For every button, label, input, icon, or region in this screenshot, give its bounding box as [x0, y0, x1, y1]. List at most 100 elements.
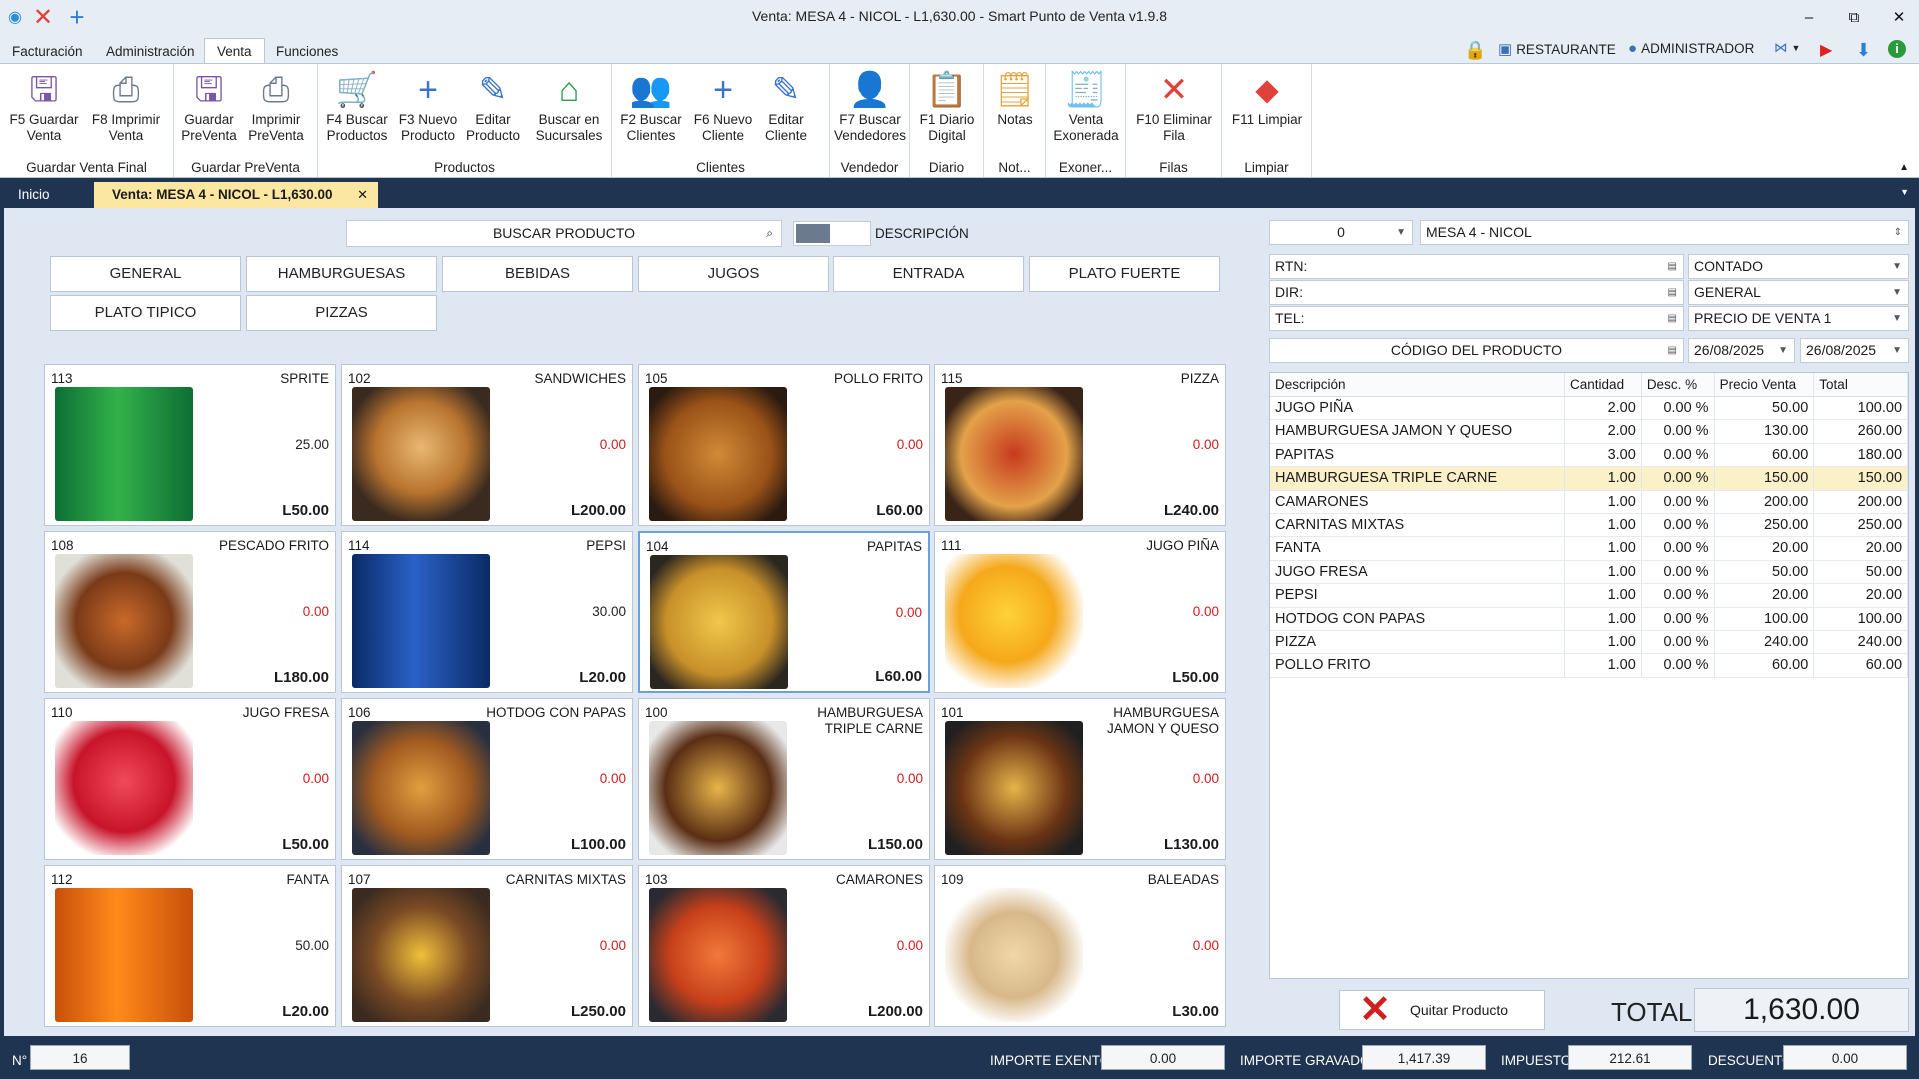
lock-area[interactable]: 🔒 [1464, 40, 1486, 61]
tab-facturacion[interactable]: Facturación [0, 40, 95, 64]
tab-venta[interactable]: Venta [204, 38, 265, 65]
ribbon-button-4[interactable]: 🛒 F4 Buscar Productos [322, 68, 392, 144]
date-to-select[interactable]: 26/08/2025 ▼ [1800, 338, 1909, 363]
ribbon-button-5[interactable]: + F3 Nuevo Producto [396, 68, 460, 144]
ribbon-button-11[interactable]: 👤 F7 Buscar Vendedores [832, 68, 908, 144]
product-card[interactable]: 101 HAMBURGUESA JAMON Y QUESO 0.00 L130.00 [934, 698, 1226, 860]
administrador-menu[interactable]: ● ADMINISTRADOR [1628, 40, 1754, 57]
product-card[interactable]: 110 JUGO FRESA 0.00 L50.00 [44, 698, 336, 860]
ribbon-button-6[interactable]: ✎ Editar Producto [462, 68, 524, 144]
tab-venta-mesa[interactable]: Venta: MESA 4 - NICOL - L1,630.00 ✕ [94, 182, 378, 208]
product-code: 112 [51, 872, 73, 887]
category-button[interactable]: GENERAL [50, 256, 241, 292]
info-button[interactable]: i [1888, 40, 1906, 58]
product-code-input[interactable]: CÓDIGO DEL PRODUCTO ▤ [1269, 338, 1684, 363]
rtn-field[interactable]: RTN: ▤ [1269, 254, 1684, 279]
header-total[interactable]: Total [1814, 373, 1909, 396]
category-button[interactable]: PLATO FUERTE [1029, 256, 1220, 292]
ribbon-button-14[interactable]: 🧾 Venta Exonerada [1048, 68, 1124, 144]
category-button[interactable]: JUGOS [638, 256, 829, 292]
restaurante-menu[interactable]: ▣ RESTAURANTE [1498, 40, 1616, 58]
payment-select[interactable]: CONTADO ▼ [1688, 254, 1909, 279]
restore-button[interactable]: ⧉ [1836, 4, 1872, 30]
save-icon: 🖫 [194, 71, 224, 109]
description-toggle[interactable] [793, 221, 871, 246]
ribbon-button-2[interactable]: 🖫 Guardar PreVenta [176, 68, 242, 144]
tel-field[interactable]: TEL: ▤ [1269, 306, 1684, 331]
dir-field[interactable]: DIR: ▤ [1269, 280, 1684, 305]
product-stock: 0.00 [599, 437, 626, 452]
table-row[interactable]: PIZZA 1.00 0.00 % 240.00 240.00 [1270, 630, 1909, 655]
ribbon-button-1[interactable]: ⎙ F8 Imprimir Venta [90, 68, 162, 144]
table-row[interactable]: PEPSI 1.00 0.00 % 20.00 20.00 [1270, 584, 1909, 608]
minimize-button[interactable]: – [1791, 4, 1827, 30]
ribbon-button-10[interactable]: ✎ Editar Cliente [758, 68, 814, 144]
header-cantidad[interactable]: Cantidad [1565, 373, 1642, 396]
product-card[interactable]: 106 HOTDOG CON PAPAS 0.00 L100.00 [341, 698, 633, 860]
plus-icon: + [713, 71, 733, 109]
product-card[interactable]: 109 BALEADAS 0.00 L30.00 [934, 865, 1226, 1027]
date-from-select[interactable]: 26/08/2025 ▼ [1688, 338, 1795, 363]
product-card[interactable]: 108 PESCADO FRITO 0.00 L180.00 [44, 531, 336, 693]
ribbon-button-7[interactable]: ⌂ Buscar en Sucursales [528, 68, 610, 144]
close-tab-icon[interactable]: ✕ [357, 182, 368, 208]
table-row[interactable]: CAMARONES 1.00 0.00 % 200.00 200.00 [1270, 490, 1909, 514]
product-card[interactable]: 112 FANTA 50.00 L20.00 [44, 865, 336, 1027]
ribbon-button-0[interactable]: 🖫 F5 Guardar Venta [4, 68, 84, 144]
ribbon-button-8[interactable]: 👥 F2 Buscar Clientes [614, 68, 688, 144]
table-row[interactable]: JUGO FRESA 1.00 0.00 % 50.00 50.00 [1270, 560, 1909, 585]
category-button[interactable]: HAMBURGUESAS [246, 256, 437, 292]
table-row[interactable]: JUGO PIÑA 2.00 0.00 % 50.00 100.00 [1270, 397, 1909, 421]
table-row[interactable]: PAPITAS 3.00 0.00 % 60.00 180.00 [1270, 443, 1909, 468]
ribbon-collapse-icon[interactable]: ▲ [1899, 162, 1909, 173]
product-card[interactable]: 102 SANDWICHES 0.00 L200.00 [341, 364, 633, 526]
header-desc[interactable]: Desc. % [1642, 373, 1715, 396]
product-stock: 0.00 [599, 771, 626, 786]
tab-funciones[interactable]: Funciones [264, 40, 350, 64]
product-card[interactable]: 107 CARNITAS MIXTAS 0.00 L250.00 [341, 865, 633, 1027]
product-card[interactable]: 105 POLLO FRITO 0.00 L60.00 [638, 364, 930, 526]
table-row[interactable]: HOTDOG CON PAPAS 1.00 0.00 % 100.00 100.00 [1270, 607, 1909, 631]
ribbon-button-12[interactable]: 📋 F1 Diario Digital [912, 68, 982, 144]
ribbon-button-15[interactable]: ✕ F10 Eliminar Fila [1128, 68, 1220, 144]
price-list-select[interactable]: PRECIO DE VENTA 1 ▼ [1688, 306, 1909, 331]
product-search-input[interactable]: BUSCAR PRODUCTO ⌕ [346, 220, 782, 247]
youtube-button[interactable]: ▶ [1820, 40, 1832, 60]
lock-icon[interactable]: 🔒 [1464, 40, 1486, 61]
header-descripcion[interactable]: Descripción [1270, 373, 1566, 396]
category-button[interactable]: ENTRADA [833, 256, 1024, 292]
category-button[interactable]: PLATO TIPICO [50, 295, 241, 331]
table-row[interactable]: POLLO FRITO 1.00 0.00 % 60.00 60.00 [1270, 654, 1909, 678]
tel-label: TEL: [1275, 310, 1305, 326]
category-button[interactable]: PIZZAS [246, 295, 437, 331]
tab-administracion[interactable]: Administración [94, 40, 207, 64]
table-row[interactable]: CARNITAS MIXTAS 1.00 0.00 % 250.00 250.00 [1270, 513, 1909, 538]
user-icon: ● [1628, 40, 1638, 57]
table-row[interactable]: HAMBURGUESA TRIPLE CARNE 1.00 0.00 % 150.00… [1270, 467, 1909, 491]
header-precio[interactable]: Precio Venta [1715, 373, 1815, 396]
share-menu[interactable]: ⋈ ▼ [1774, 40, 1800, 56]
product-card[interactable]: 100 HAMBURGUESA TRIPLE CARNE 0.00 L150.00 [638, 698, 930, 860]
table-row[interactable]: HAMBURGUESA JAMON Y QUESO 2.00 0.00 % 130.0… [1270, 420, 1909, 444]
sale-lines-grid[interactable]: Descripción Cantidad Desc. % Precio Vent… [1269, 372, 1909, 979]
tab-inicio[interactable]: Inicio [0, 182, 68, 208]
close-button[interactable]: ✕ [1881, 4, 1917, 30]
ribbon-button-3[interactable]: ⎙ Imprimir PreVenta [244, 68, 308, 144]
product-card[interactable]: 113 SPRITE 25.00 L50.00 [44, 364, 336, 526]
customer-number-select[interactable]: 0 ▼ [1269, 220, 1413, 245]
ribbon-button-16[interactable]: ⬥ F11 Limpiar [1226, 68, 1308, 128]
product-card[interactable]: 115 PIZZA 0.00 L240.00 [934, 364, 1226, 526]
download-button[interactable]: ⬇ [1856, 40, 1871, 61]
ribbon-button-9[interactable]: + F6 Nuevo Cliente [690, 68, 756, 144]
product-card[interactable]: 114 PEPSI 30.00 L20.00 [341, 531, 633, 693]
category-button[interactable]: BEBIDAS [442, 256, 633, 292]
customer-type-select[interactable]: GENERAL ▼ [1688, 280, 1909, 305]
tabs-dropdown-icon[interactable]: ▼ [1900, 187, 1909, 197]
table-name-field[interactable]: MESA 4 - NICOL ⇕ [1420, 220, 1909, 245]
remove-product-button[interactable]: ✕ Quitar Producto [1339, 990, 1545, 1030]
ribbon-button-13[interactable]: 🗒 Notas [988, 68, 1042, 128]
product-card[interactable]: 111 JUGO PIÑA 0.00 L50.00 [934, 531, 1226, 693]
product-card[interactable]: 103 CAMARONES 0.00 L200.00 [638, 865, 930, 1027]
product-card[interactable]: 104 PAPITAS 0.00 L60.00 [638, 531, 930, 693]
table-row[interactable]: FANTA 1.00 0.00 % 20.00 20.00 [1270, 537, 1909, 561]
